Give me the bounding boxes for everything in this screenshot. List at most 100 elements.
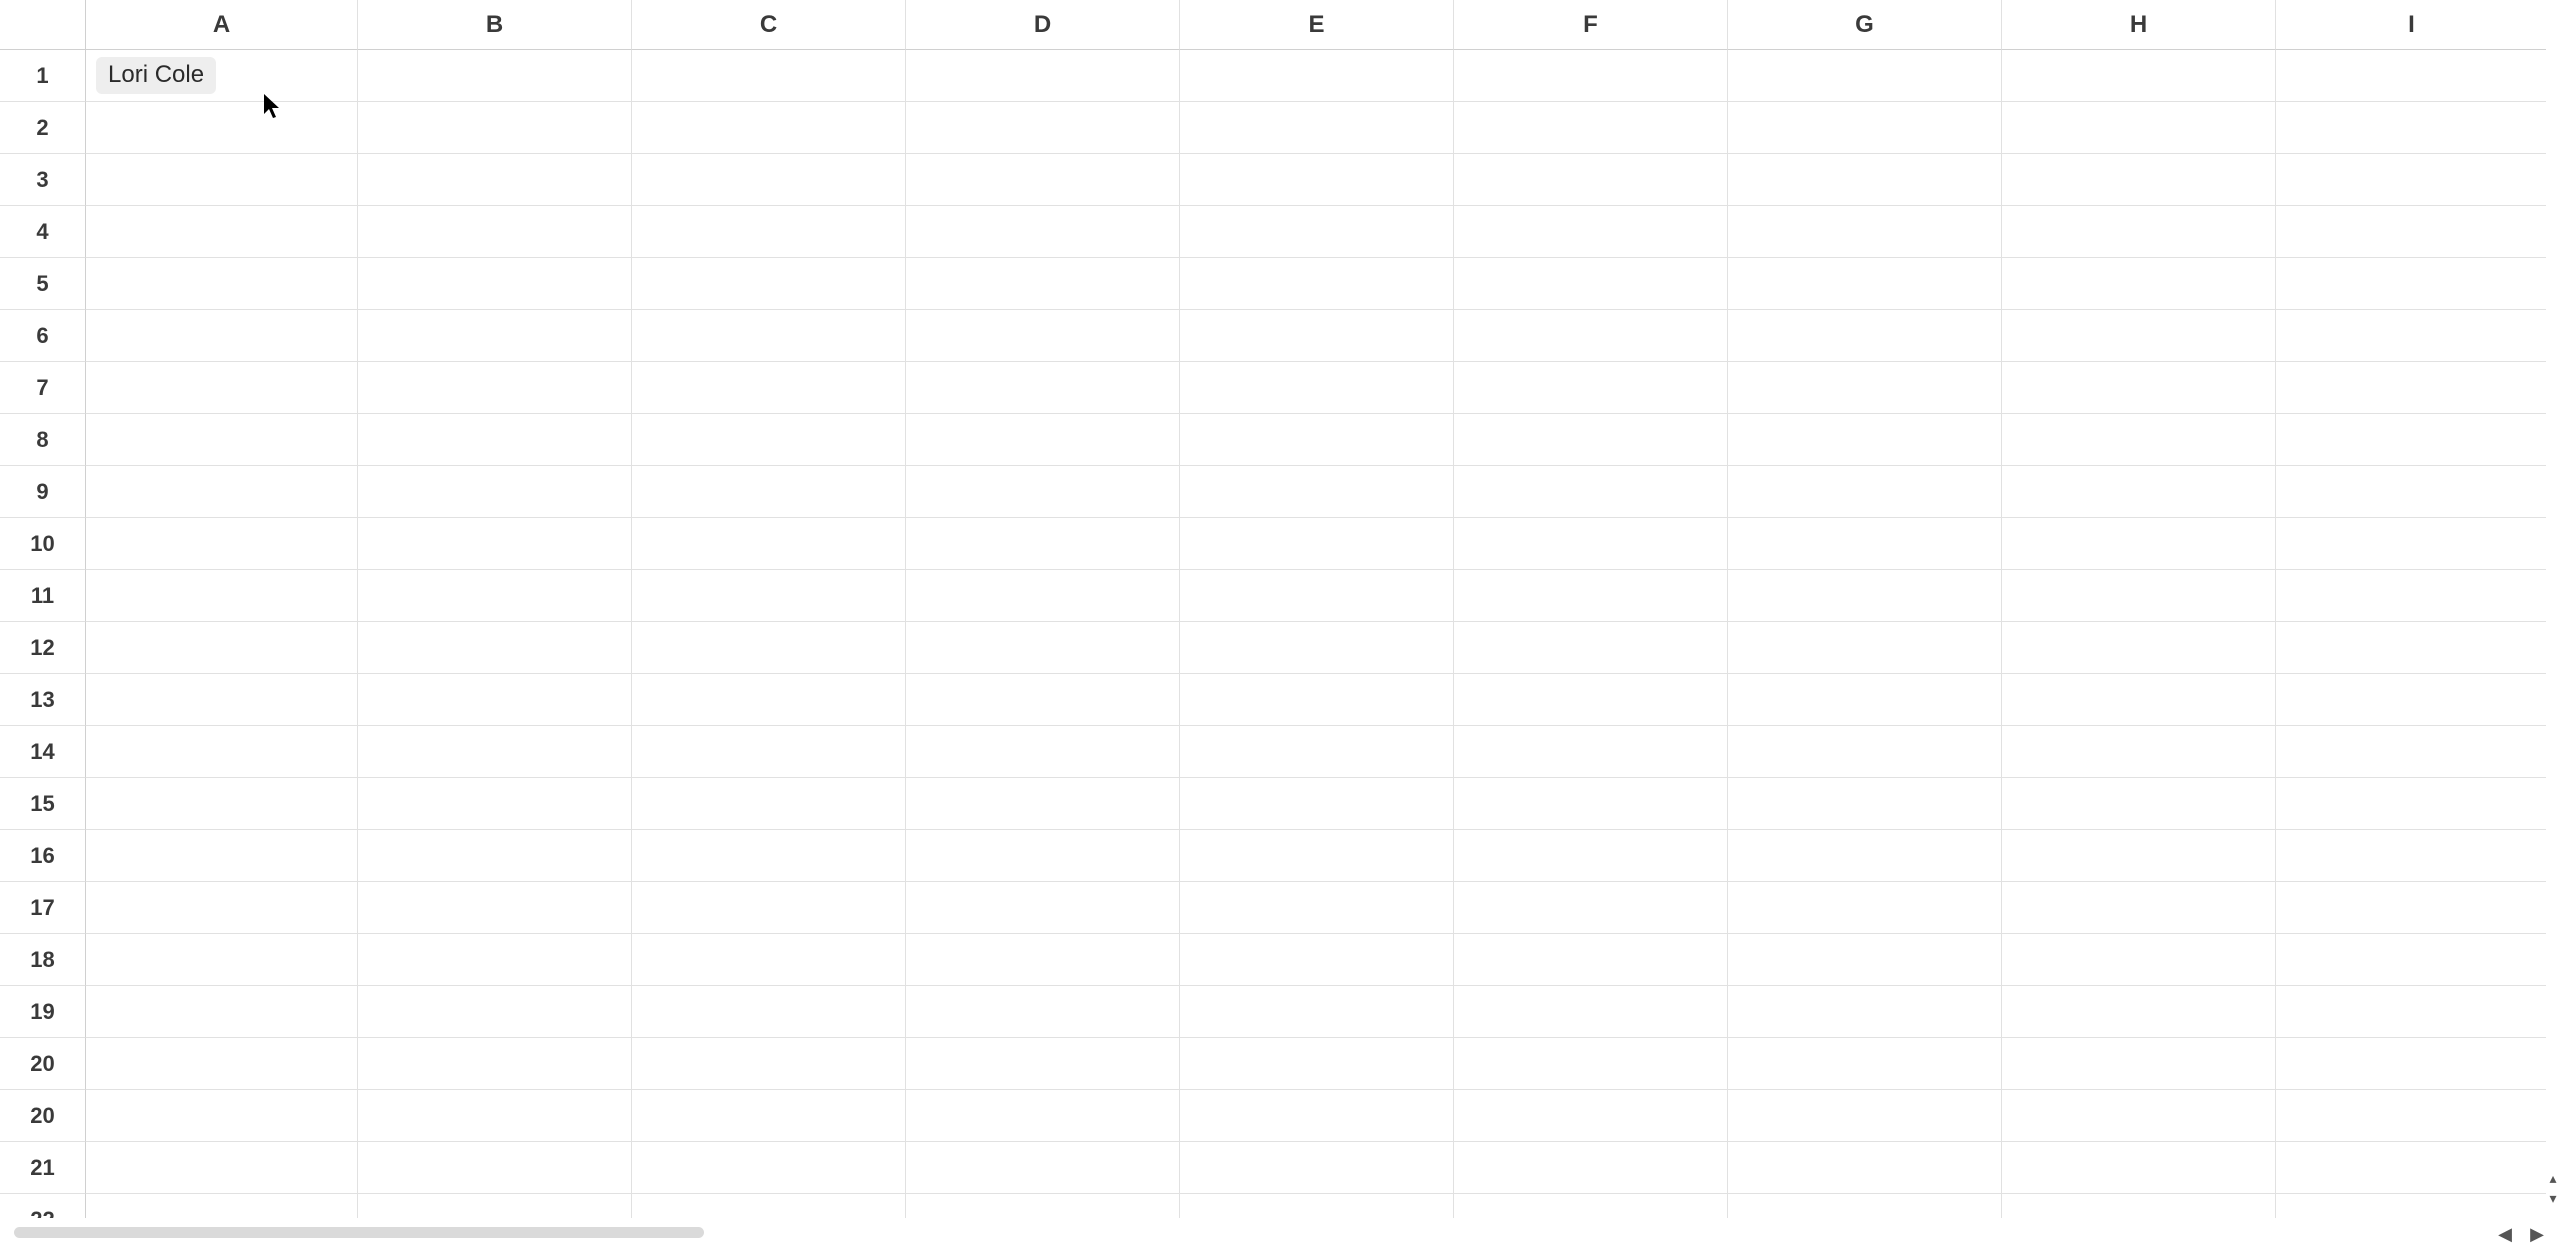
sheet-prev-button[interactable]: ◀ [2496,1225,2514,1243]
cell-I15[interactable] [2276,778,2548,830]
cell-H5[interactable] [2002,258,2276,310]
cell-G6[interactable] [1728,310,2002,362]
cell-A20[interactable] [86,1038,358,1090]
cell-G9[interactable] [1728,466,2002,518]
cell-C19[interactable] [632,986,906,1038]
cell-F19[interactable] [1454,986,1728,1038]
cell-F10[interactable] [1454,518,1728,570]
cell-F20b[interactable] [1454,1090,1728,1142]
cell-G20b[interactable] [1728,1090,2002,1142]
cell-F4[interactable] [1454,206,1728,258]
row-header-20[interactable]: 20 [0,1038,86,1090]
cell-C20[interactable] [632,1038,906,1090]
cell-E1[interactable] [1180,50,1454,102]
cell-D7[interactable] [906,362,1180,414]
cell-C22[interactable] [632,1194,906,1218]
cell-I5[interactable] [2276,258,2548,310]
cell-A2[interactable] [86,102,358,154]
cell-I17[interactable] [2276,882,2548,934]
cell-A17[interactable] [86,882,358,934]
cell-B1[interactable] [358,50,632,102]
cell-F1[interactable] [1454,50,1728,102]
cell-H1[interactable] [2002,50,2276,102]
cell-G11[interactable] [1728,570,2002,622]
cell-A7[interactable] [86,362,358,414]
cell-G16[interactable] [1728,830,2002,882]
cell-A4[interactable] [86,206,358,258]
cell-D13[interactable] [906,674,1180,726]
cell-C4[interactable] [632,206,906,258]
cell-G22[interactable] [1728,1194,2002,1218]
cell-B9[interactable] [358,466,632,518]
cell-A6[interactable] [86,310,358,362]
cell-A19[interactable] [86,986,358,1038]
scroll-down-arrow-icon[interactable]: ▾ [2546,1190,2560,1206]
column-header-F[interactable]: F [1454,0,1728,50]
cell-B7[interactable] [358,362,632,414]
cell-A9[interactable] [86,466,358,518]
cell-C12[interactable] [632,622,906,674]
cell-H19[interactable] [2002,986,2276,1038]
cell-H9[interactable] [2002,466,2276,518]
cell-I10[interactable] [2276,518,2548,570]
cell-C17[interactable] [632,882,906,934]
cell-B14[interactable] [358,726,632,778]
cell-G15[interactable] [1728,778,2002,830]
cell-E4[interactable] [1180,206,1454,258]
cell-G19[interactable] [1728,986,2002,1038]
cell-B11[interactable] [358,570,632,622]
cell-F11[interactable] [1454,570,1728,622]
cell-I22[interactable] [2276,1194,2548,1218]
cell-H3[interactable] [2002,154,2276,206]
cell-E20[interactable] [1180,1038,1454,1090]
cell-G2[interactable] [1728,102,2002,154]
cell-I11[interactable] [2276,570,2548,622]
cell-B20b[interactable] [358,1090,632,1142]
cell-C15[interactable] [632,778,906,830]
cell-D21[interactable] [906,1142,1180,1194]
cell-F8[interactable] [1454,414,1728,466]
cell-G21[interactable] [1728,1142,2002,1194]
row-header-4[interactable]: 4 [0,206,86,258]
column-header-I[interactable]: I [2276,0,2548,50]
row-header-5[interactable]: 5 [0,258,86,310]
cell-C7[interactable] [632,362,906,414]
row-header-13[interactable]: 13 [0,674,86,726]
row-header-19[interactable]: 19 [0,986,86,1038]
cell-I16[interactable] [2276,830,2548,882]
cell-E3[interactable] [1180,154,1454,206]
row-header-8[interactable]: 8 [0,414,86,466]
cell-C6[interactable] [632,310,906,362]
row-header-21[interactable]: 21 [0,1142,86,1194]
cell-D19[interactable] [906,986,1180,1038]
cell-H6[interactable] [2002,310,2276,362]
cell-G7[interactable] [1728,362,2002,414]
row-header-9[interactable]: 9 [0,466,86,518]
cell-I21[interactable] [2276,1142,2548,1194]
cell-H11[interactable] [2002,570,2276,622]
row-header-11[interactable]: 11 [0,570,86,622]
cell-E6[interactable] [1180,310,1454,362]
cell-H18[interactable] [2002,934,2276,986]
cell-D20[interactable] [906,1038,1180,1090]
cell-B18[interactable] [358,934,632,986]
cell-B12[interactable] [358,622,632,674]
cell-F13[interactable] [1454,674,1728,726]
cell-G14[interactable] [1728,726,2002,778]
cell-E11[interactable] [1180,570,1454,622]
cell-F2[interactable] [1454,102,1728,154]
row-header-7[interactable]: 7 [0,362,86,414]
cell-D3[interactable] [906,154,1180,206]
scroll-up-arrow-icon[interactable]: ▴ [2546,1170,2560,1186]
cell-C18[interactable] [632,934,906,986]
cell-C13[interactable] [632,674,906,726]
cell-I12[interactable] [2276,622,2548,674]
cell-F7[interactable] [1454,362,1728,414]
cell-C8[interactable] [632,414,906,466]
cell-E22[interactable] [1180,1194,1454,1218]
cell-D4[interactable] [906,206,1180,258]
cell-D1[interactable] [906,50,1180,102]
cell-E7[interactable] [1180,362,1454,414]
cell-I1[interactable] [2276,50,2548,102]
cell-H16[interactable] [2002,830,2276,882]
